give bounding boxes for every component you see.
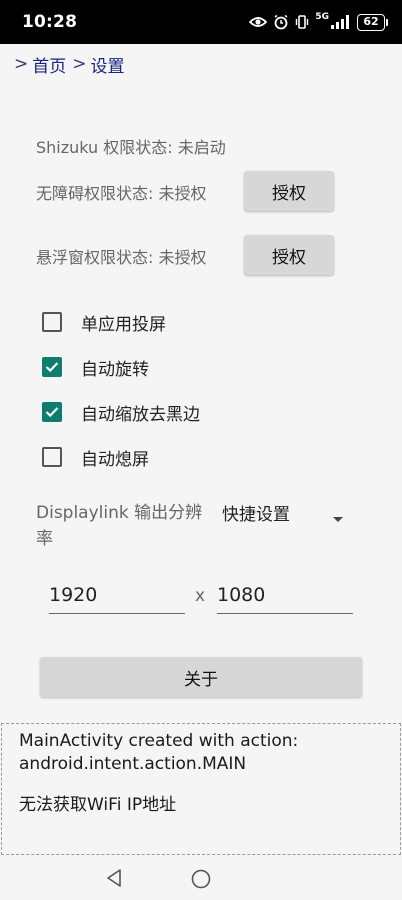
breadcrumb-current: 设置 xyxy=(90,56,125,77)
option-label: 单应用投屏 xyxy=(81,314,166,335)
log-line: android.intent.action.MAIN xyxy=(19,754,247,774)
resolution-width-input[interactable] xyxy=(49,580,185,614)
displaylink-resolution-label: Displaylink 输出分辨率 xyxy=(36,503,203,549)
battery-nub xyxy=(386,18,388,26)
log-line: 无法获取WiFi IP地址 xyxy=(19,795,177,815)
option-label: 自动旋转 xyxy=(81,359,149,380)
breadcrumb-home-link[interactable]: 首页 xyxy=(32,52,66,77)
status-bar: 10:28 5G 62 xyxy=(0,0,402,44)
navigation-bar xyxy=(0,858,402,900)
signal-icon xyxy=(331,15,351,29)
overlay-grant-button[interactable]: 授权 xyxy=(244,235,334,275)
option-label: 自动熄屏 xyxy=(81,449,149,470)
eye-icon xyxy=(249,15,268,29)
checkbox-checked-icon[interactable] xyxy=(42,402,62,422)
back-icon[interactable] xyxy=(104,868,124,892)
shizuku-status-label: Shizuku 权限状态: 未启动 xyxy=(36,138,226,157)
breadcrumb-separator: > xyxy=(14,54,29,74)
resolution-height-input[interactable] xyxy=(217,580,353,614)
breadcrumb-separator: > xyxy=(72,54,87,74)
status-icons: 5G 62 xyxy=(249,12,388,32)
home-icon[interactable] xyxy=(190,868,212,894)
breadcrumb: > 首页 > 设置 xyxy=(14,52,131,77)
log-spacer xyxy=(19,776,383,794)
option-label: 自动缩放去黑边 xyxy=(81,404,200,425)
status-time: 10:28 xyxy=(22,12,78,32)
overlay-status-label: 悬浮窗权限状态: 未授权 xyxy=(36,248,207,267)
option-auto-rotate[interactable]: 自动旋转 xyxy=(42,354,149,380)
option-auto-scale[interactable]: 自动缩放去黑边 xyxy=(42,399,200,425)
log-line: MainActivity created with action: xyxy=(19,731,299,751)
about-button[interactable]: 关于 xyxy=(40,657,362,697)
network-type: 5G xyxy=(315,12,329,22)
checkbox-unchecked-icon[interactable] xyxy=(42,312,62,332)
battery-icon: 62 xyxy=(357,13,385,31)
resolution-preset-dropdown[interactable]: 快捷设置 xyxy=(222,498,352,526)
dropdown-value: 快捷设置 xyxy=(222,504,290,525)
accessibility-status-label: 无障碍权限状态: 未授权 xyxy=(36,184,207,203)
dropdown-arrow-icon xyxy=(332,508,344,527)
checkbox-unchecked-icon[interactable] xyxy=(42,447,62,467)
vibrate-icon xyxy=(295,14,309,30)
alarm-icon xyxy=(273,14,289,30)
checkbox-checked-icon[interactable] xyxy=(42,357,62,377)
resolution-separator: x xyxy=(195,586,206,606)
option-single-app-cast[interactable]: 单应用投屏 xyxy=(42,309,166,335)
accessibility-grant-button[interactable]: 授权 xyxy=(244,171,334,211)
log-panel: MainActivity created with action: androi… xyxy=(1,723,401,855)
option-auto-screen-off[interactable]: 自动熄屏 xyxy=(42,444,149,470)
